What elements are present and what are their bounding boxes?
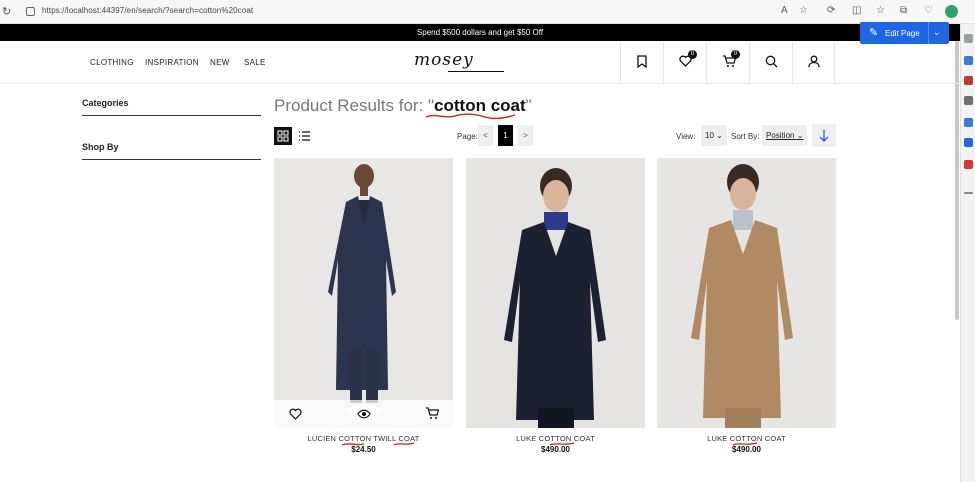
quick-view-eye-icon[interactable]	[357, 407, 371, 425]
chevron-down-icon: ⌄	[713, 131, 723, 140]
results-suffix: "	[525, 96, 532, 115]
split-screen-icon[interactable]: ◫	[852, 5, 861, 16]
product-photo	[657, 158, 836, 428]
sort-direction-button[interactable]	[812, 124, 836, 147]
shopping-icon[interactable]	[964, 76, 973, 85]
favorites-icon[interactable]: ☆	[876, 5, 885, 16]
sort-select[interactable]: Position ⌄	[762, 125, 808, 146]
product-image[interactable]	[466, 158, 645, 428]
pencil-icon: ✎	[869, 27, 879, 39]
address-bar[interactable]: https://localhost:44397/en/search/?searc…	[42, 6, 253, 15]
product-actions	[274, 400, 453, 428]
product-card[interactable]: LUKE COTTON COAT $490.00	[466, 158, 645, 454]
cart-count-badge: 0	[731, 50, 740, 59]
heartbeat-icon[interactable]: ♡	[924, 5, 933, 16]
wishlist-heart-icon[interactable]	[289, 407, 302, 425]
wishlist-count-badge: 0	[688, 50, 697, 59]
bookmark-button[interactable]	[620, 41, 663, 84]
browser-toolbar: ↻ https://localhost:44397/en/search/?sea…	[0, 0, 975, 24]
profile-avatar[interactable]	[945, 5, 958, 18]
favorite-star-icon[interactable]: ☆	[799, 5, 808, 16]
current-page[interactable]: 1	[498, 125, 513, 146]
lock-icon[interactable]	[26, 7, 35, 16]
arrow-down-icon	[819, 130, 829, 142]
chevron-down-icon[interactable]: ⌄	[933, 27, 941, 38]
filter-shop-by[interactable]: Shop By	[82, 142, 261, 160]
prev-page-button[interactable]: <	[478, 125, 493, 146]
page-label: Page:	[457, 132, 478, 141]
add-icon[interactable]	[964, 192, 973, 194]
extension-icon[interactable]: ⟳	[827, 5, 835, 16]
filter-categories[interactable]: Categories	[82, 98, 261, 116]
nav-clothing[interactable]: CLOTHING	[90, 58, 134, 67]
site-logo[interactable]: mosey	[414, 50, 474, 70]
results-prefix: Product Results for: "	[274, 96, 435, 115]
copilot-icon[interactable]	[964, 56, 973, 65]
view-label: View:	[676, 132, 696, 141]
annotation-underline	[341, 442, 415, 446]
view-count-value: 10	[705, 131, 714, 140]
user-icon	[808, 55, 820, 68]
account-button[interactable]	[792, 41, 835, 84]
view-count-select[interactable]: 10 ⌄	[701, 125, 727, 146]
collections-icon[interactable]: ⧉	[900, 5, 907, 16]
edit-page-label: Edit Page	[885, 29, 920, 38]
outlook-icon[interactable]	[964, 138, 973, 147]
bookmark-icon	[637, 55, 647, 68]
tools-icon[interactable]	[964, 160, 973, 169]
logo-underline	[448, 71, 504, 72]
search-icon	[765, 55, 778, 68]
next-page-button[interactable]: >	[518, 125, 533, 146]
refresh-icon[interactable]: ↻	[2, 5, 11, 18]
product-card[interactable]: LUKE COTTON COAT $490.00	[657, 158, 836, 454]
product-photo	[274, 158, 453, 428]
promo-banner: Spend $500 dollars and get $50 Off	[0, 24, 960, 41]
annotation-underline	[425, 113, 516, 120]
product-card[interactable]: LUCIEN COTTON TWILL COAT $24.50	[274, 158, 453, 454]
wishlist-button[interactable]: 0	[663, 41, 706, 84]
grid-icon	[277, 130, 289, 142]
read-aloud-icon[interactable]: A	[781, 5, 788, 16]
nav-new[interactable]: NEW	[210, 58, 230, 67]
list-icon	[299, 131, 310, 141]
product-photo	[466, 158, 645, 428]
cart-button[interactable]: 0	[706, 41, 749, 84]
annotation-underline	[732, 442, 758, 446]
people-icon[interactable]	[964, 96, 973, 105]
product-image[interactable]	[657, 158, 836, 428]
product-image[interactable]	[274, 158, 453, 428]
search-button[interactable]	[749, 41, 792, 84]
sort-value: Position	[766, 131, 795, 140]
list-view-button[interactable]	[295, 127, 313, 145]
annotation-underline	[549, 442, 575, 446]
edge-sidebar	[960, 24, 975, 482]
chevron-down-icon: ⌄	[794, 131, 804, 140]
site-header: CLOTHING INSPIRATION NEW SALE mosey 0 0	[0, 41, 960, 84]
search-icon[interactable]	[964, 34, 973, 43]
games-icon[interactable]	[964, 118, 973, 127]
sort-label: Sort By:	[731, 132, 760, 141]
nav-inspiration[interactable]: INSPIRATION	[145, 58, 199, 67]
grid-view-button[interactable]	[274, 127, 292, 145]
add-to-cart-icon[interactable]	[425, 407, 440, 425]
nav-sale[interactable]: SALE	[244, 58, 266, 67]
